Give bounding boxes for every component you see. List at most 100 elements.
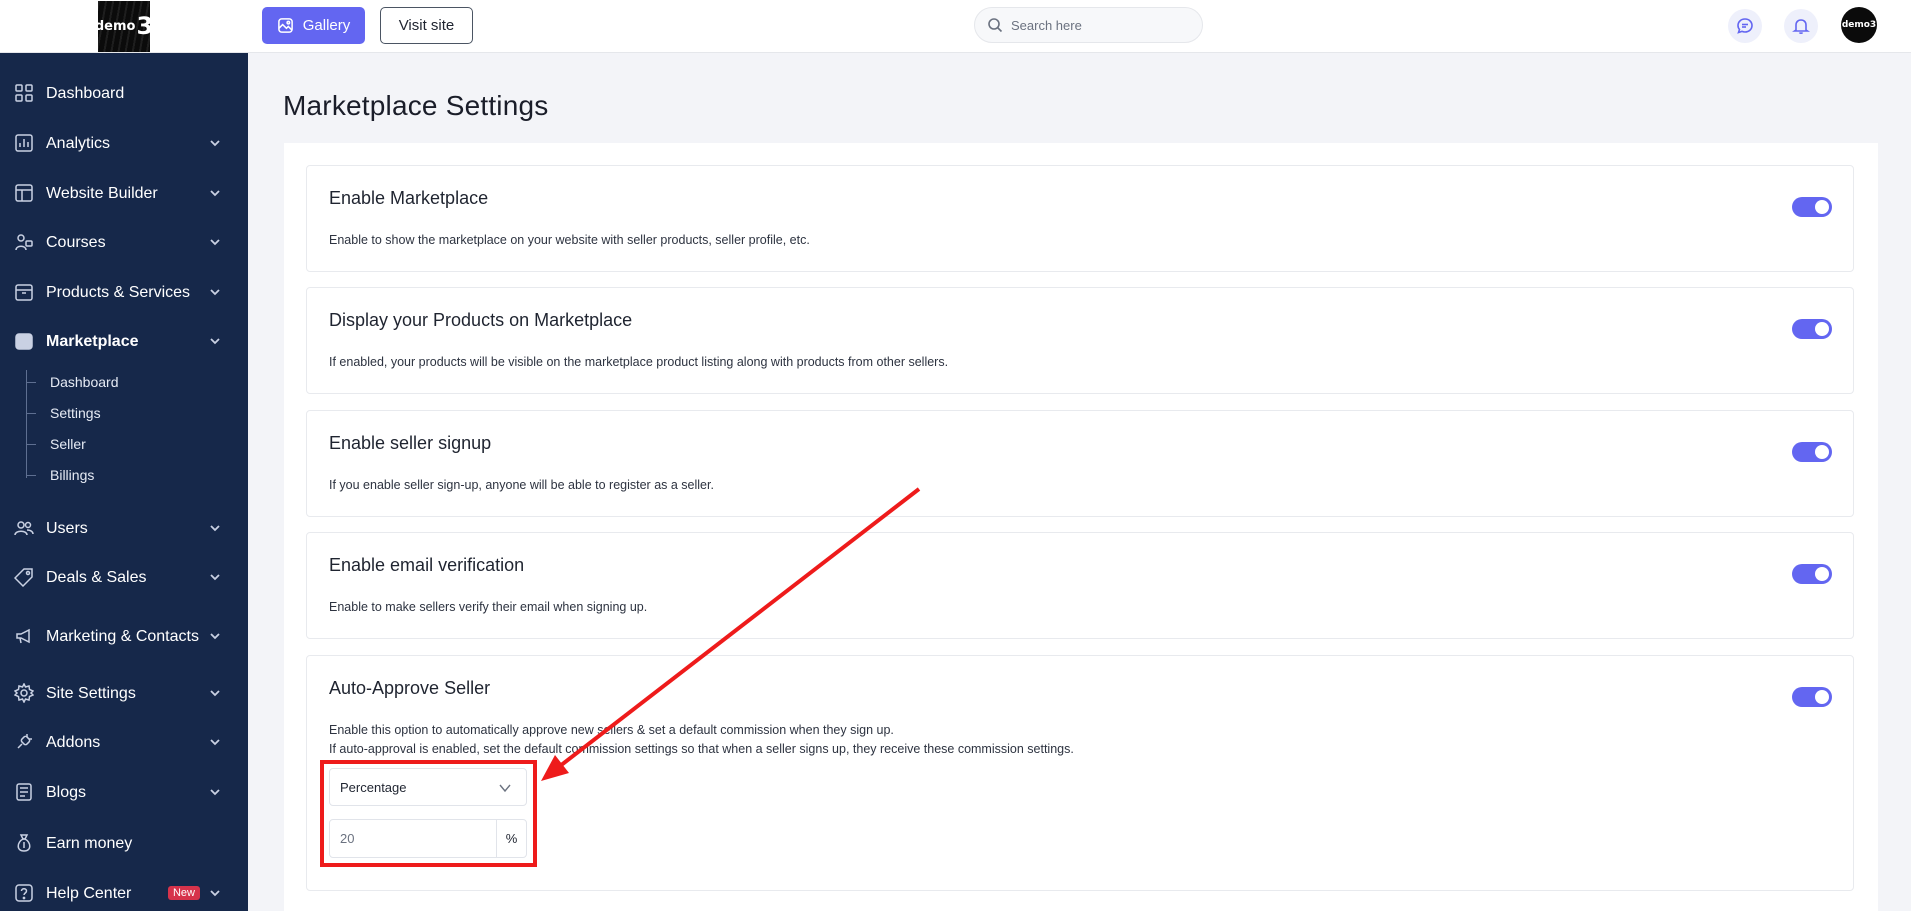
gear-icon: [14, 683, 34, 703]
setting-description: Enable this option to automatically appr…: [329, 723, 894, 737]
chevron-down-icon: [208, 521, 222, 535]
grid-icon: [14, 83, 34, 103]
sidebar-item-label: Website Builder: [46, 184, 158, 202]
email-verification-toggle[interactable]: [1792, 564, 1832, 584]
store-icon: [14, 331, 34, 351]
chevron-down-icon: [208, 334, 222, 348]
sidebar-item-analytics[interactable]: Analytics: [0, 123, 248, 163]
search-bar: [974, 7, 1203, 43]
sidebar-item-label: Blogs: [46, 783, 87, 801]
sidebar-item-addons[interactable]: Addons: [0, 722, 248, 762]
setting-description: Enable to make sellers verify their emai…: [329, 600, 648, 614]
chart-icon: [14, 133, 34, 153]
setting-card-email-verification: Enable email verification Enable to make…: [306, 532, 1854, 639]
sidebar-item-marketplace[interactable]: Marketplace: [0, 321, 248, 361]
setting-card-enable-marketplace: Enable Marketplace Enable to show the ma…: [306, 165, 1854, 272]
chevron-down-icon: [208, 629, 222, 643]
teacher-icon: [14, 232, 34, 252]
annotation-highlight-box: [320, 760, 537, 867]
submenu-item-billings[interactable]: Billings: [26, 460, 226, 490]
chevron-down-icon: [208, 785, 222, 799]
submenu-label: Settings: [50, 405, 101, 421]
sidebar-item-label: Help Center: [46, 884, 132, 902]
sidebar-item-website-builder[interactable]: Website Builder: [0, 173, 248, 213]
setting-title: Auto-Approve Seller: [329, 678, 491, 698]
sidebar-item-label: Addons: [46, 733, 101, 751]
sidebar-item-earn-money[interactable]: Earn money: [0, 823, 248, 863]
new-badge: New: [167, 886, 200, 900]
megaphone-icon: [14, 626, 34, 646]
help-icon: [14, 883, 34, 903]
setting-card-display-products: Display your Products on Marketplace If …: [306, 287, 1854, 394]
auto-approve-toggle[interactable]: [1792, 687, 1832, 707]
enable-marketplace-toggle[interactable]: [1792, 197, 1832, 217]
chevron-down-icon: [208, 570, 222, 584]
sidebar-item-label: Courses: [46, 233, 106, 251]
gallery-icon: [277, 18, 293, 33]
seller-signup-toggle[interactable]: [1792, 442, 1832, 462]
sidebar-item-label: Dashboard: [46, 84, 125, 102]
sidebar-item-blogs[interactable]: Blogs: [0, 772, 248, 812]
sidebar-item-label: Deals & Sales: [46, 568, 147, 586]
chevron-down-icon: [208, 235, 222, 249]
sidebar-item-label: Analytics: [46, 134, 111, 152]
layout-icon: [14, 183, 34, 203]
search-icon: [988, 18, 1003, 33]
setting-description-secondary: If auto-approval is enabled, set the def…: [329, 742, 1074, 756]
setting-card-seller-signup: Enable seller signup If you enable selle…: [306, 410, 1854, 517]
sidebar-item-users[interactable]: Users: [0, 508, 248, 548]
setting-description: Enable to show the marketplace on your w…: [329, 233, 810, 247]
submenu-item-settings[interactable]: Settings: [26, 398, 226, 428]
plug-icon: [14, 732, 34, 752]
sidebar-item-marketing-contacts[interactable]: Marketing & Contacts: [0, 614, 248, 658]
setting-title: Enable Marketplace: [329, 188, 489, 208]
logo-area: demo 3: [0, 0, 248, 53]
logo-number: 3: [136, 12, 150, 40]
logo-text: demo: [98, 18, 136, 34]
sidebar-item-dashboard[interactable]: Dashboard: [0, 73, 248, 113]
submenu-item-seller[interactable]: Seller: [26, 429, 226, 459]
submenu-label: Seller: [50, 436, 86, 452]
sidebar-item-label: Users: [46, 519, 88, 537]
logo[interactable]: demo 3: [98, 0, 150, 52]
chevron-down-icon: [208, 735, 222, 749]
bell-icon: [1792, 19, 1810, 35]
avatar[interactable]: demo3: [1841, 7, 1877, 43]
submenu-label: Dashboard: [50, 374, 119, 390]
setting-title: Enable email verification: [329, 555, 525, 575]
box-icon: [14, 282, 34, 302]
money-bag-icon: [14, 833, 34, 853]
tag-icon: [14, 567, 34, 587]
sidebar-item-deals-sales[interactable]: Deals & Sales: [0, 557, 248, 597]
chevron-down-icon: [208, 886, 222, 900]
notifications-button[interactable]: [1784, 9, 1818, 43]
chevron-down-icon: [208, 285, 222, 299]
sidebar-item-label: Site Settings: [46, 684, 136, 702]
chevron-down-icon: [208, 136, 222, 150]
visit-site-button[interactable]: Visit site: [380, 7, 473, 44]
setting-description: If you enable seller sign-up, anyone wil…: [329, 478, 714, 492]
submenu-item-dashboard[interactable]: Dashboard: [26, 367, 226, 397]
sidebar-item-label: Marketing & Contacts: [46, 627, 199, 645]
setting-card-auto-approve-seller: Auto-Approve Seller Enable this option t…: [306, 655, 1854, 891]
setting-title: Display your Products on Marketplace: [329, 310, 633, 330]
display-products-toggle[interactable]: [1792, 319, 1832, 339]
sidebar-item-help-center[interactable]: Help Center New: [0, 873, 248, 911]
sidebar-item-courses[interactable]: Courses: [0, 222, 248, 262]
users-icon: [14, 518, 34, 538]
setting-description: If enabled, your products will be visibl…: [329, 355, 949, 369]
search-input[interactable]: [1011, 17, 1191, 33]
sidebar-item-label: Marketplace: [46, 332, 139, 350]
sidebar-item-products-services[interactable]: Products & Services: [0, 272, 248, 312]
setting-title: Enable seller signup: [329, 433, 492, 453]
gallery-button[interactable]: Gallery: [262, 7, 365, 44]
sidebar-item-site-settings[interactable]: Site Settings: [0, 673, 248, 713]
sidebar-item-label: Products & Services: [46, 283, 191, 301]
chat-button[interactable]: [1728, 9, 1762, 43]
avatar-text: demo3: [1841, 20, 1877, 30]
page-title: Marketplace Settings: [283, 90, 549, 121]
sidebar-item-label: Earn money: [46, 834, 133, 852]
visit-site-label: Visit site: [398, 17, 455, 34]
sidebar: demo 3 Dashboard Analytics Website Builde…: [0, 0, 248, 911]
chevron-down-icon: [208, 186, 222, 200]
